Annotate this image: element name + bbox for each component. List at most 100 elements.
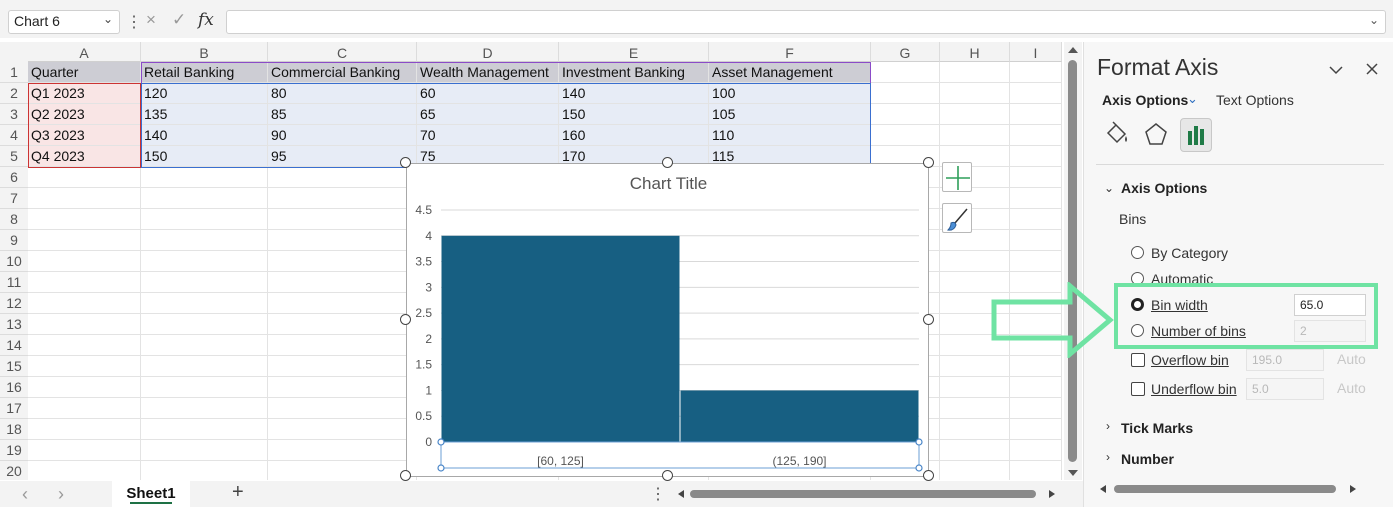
cell-h2[interactable]: [940, 83, 1010, 104]
section-tick-marks[interactable]: Tick Marks: [1121, 420, 1193, 436]
axis-selection-handle[interactable]: [915, 438, 923, 446]
horizontal-scrollbar[interactable]: [676, 487, 1064, 501]
tab-axis-options[interactable]: Axis Options: [1102, 92, 1188, 108]
expand-caret-icon[interactable]: ›: [1106, 419, 1110, 433]
row-header-7[interactable]: 7: [0, 188, 28, 209]
resize-handle[interactable]: [662, 470, 673, 481]
cell-a13[interactable]: [28, 314, 141, 335]
cell-a19[interactable]: [28, 440, 141, 461]
cell-a16[interactable]: [28, 377, 141, 398]
row-header-11[interactable]: 11: [0, 272, 28, 293]
row-header-14[interactable]: 14: [0, 335, 28, 356]
cell-i18[interactable]: [1010, 419, 1062, 440]
cell-a11[interactable]: [28, 272, 141, 293]
cell-b13[interactable]: [141, 314, 268, 335]
chevron-down-icon[interactable]: ⌄: [103, 12, 113, 26]
cell-c15[interactable]: [268, 356, 417, 377]
cell-a18[interactable]: [28, 419, 141, 440]
cell-b15[interactable]: [141, 356, 268, 377]
axis-selection-box[interactable]: [440, 441, 920, 469]
cell-g4[interactable]: [871, 125, 940, 146]
row-header-2[interactable]: 2: [0, 83, 28, 104]
underflow-auto-label[interactable]: Auto: [1337, 380, 1366, 396]
row-header-12[interactable]: 12: [0, 293, 28, 314]
overflow-bin-checkbox[interactable]: [1131, 353, 1145, 367]
row-header-19[interactable]: 19: [0, 440, 28, 461]
next-sheet-icon[interactable]: ›: [58, 484, 64, 505]
resize-handle[interactable]: [662, 157, 673, 168]
axis-selection-handle[interactable]: [437, 438, 445, 446]
row-header-3[interactable]: 3: [0, 104, 28, 125]
resize-handle[interactable]: [923, 314, 934, 325]
cell-a15[interactable]: [28, 356, 141, 377]
cell-i5[interactable]: [1010, 146, 1062, 167]
cell-i16[interactable]: [1010, 377, 1062, 398]
cell-b14[interactable]: [141, 335, 268, 356]
cell-h15[interactable]: [940, 356, 1010, 377]
axis-selection-handle[interactable]: [437, 464, 445, 472]
name-box[interactable]: Chart 6 ⌄: [8, 10, 120, 34]
cell-a1[interactable]: Quarter: [28, 62, 141, 83]
axis-options-button[interactable]: [1180, 118, 1212, 152]
underflow-bin-input[interactable]: 5.0: [1246, 378, 1324, 400]
cell-b6[interactable]: [141, 167, 268, 188]
column-header-e[interactable]: E: [559, 42, 709, 62]
add-sheet-button[interactable]: +: [232, 481, 244, 504]
chart-elements-button[interactable]: [942, 162, 972, 192]
cell-b11[interactable]: [141, 272, 268, 293]
cell-b10[interactable]: [141, 251, 268, 272]
overflow-auto-label[interactable]: Auto: [1337, 351, 1366, 367]
cell-h10[interactable]: [940, 251, 1010, 272]
tab-splitter-icon[interactable]: ⋮: [650, 484, 666, 504]
cell-h16[interactable]: [940, 377, 1010, 398]
cell-i19[interactable]: [1010, 440, 1062, 461]
section-number[interactable]: Number: [1121, 451, 1174, 467]
axis-selection-handle[interactable]: [915, 464, 923, 472]
cell-c8[interactable]: [268, 209, 417, 230]
cell-i3[interactable]: [1010, 104, 1062, 125]
by-category-label[interactable]: By Category: [1151, 245, 1228, 261]
enter-icon[interactable]: ✓: [172, 10, 186, 30]
row-header-20[interactable]: 20: [0, 461, 28, 480]
pane-options-chevron-icon[interactable]: [1328, 64, 1344, 76]
prev-sheet-icon[interactable]: ‹: [22, 484, 28, 505]
cell-c16[interactable]: [268, 377, 417, 398]
pane-horizontal-scrollbar[interactable]: [1098, 482, 1368, 496]
cell-a14[interactable]: [28, 335, 141, 356]
column-header-b[interactable]: B: [141, 42, 268, 62]
cell-a7[interactable]: [28, 188, 141, 209]
cell-b7[interactable]: [141, 188, 268, 209]
pane-scroll-thumb[interactable]: [1114, 485, 1336, 493]
resize-handle[interactable]: [400, 314, 411, 325]
cell-b12[interactable]: [141, 293, 268, 314]
cell-a20[interactable]: [28, 461, 141, 480]
cell-c14[interactable]: [268, 335, 417, 356]
cell-i4[interactable]: [1010, 125, 1062, 146]
cell-i6[interactable]: [1010, 167, 1062, 188]
cancel-icon[interactable]: ×: [146, 10, 156, 30]
histogram-bar[interactable]: [441, 235, 680, 442]
close-icon[interactable]: [1365, 62, 1379, 76]
column-header-f[interactable]: F: [709, 42, 871, 62]
row-header-10[interactable]: 10: [0, 251, 28, 272]
cell-g3[interactable]: [871, 104, 940, 125]
tab-text-options[interactable]: Text Options: [1216, 92, 1294, 108]
cell-c10[interactable]: [268, 251, 417, 272]
chevron-down-icon[interactable]: ⌄: [1187, 91, 1198, 107]
row-header-1[interactable]: 1: [0, 62, 28, 83]
cell-c7[interactable]: [268, 188, 417, 209]
column-header-g[interactable]: G: [871, 42, 940, 62]
cell-a8[interactable]: [28, 209, 141, 230]
section-axis-options[interactable]: Axis Options: [1121, 180, 1207, 196]
column-header-i[interactable]: I: [1010, 42, 1062, 62]
cell-c11[interactable]: [268, 272, 417, 293]
vertical-scrollbar[interactable]: [1064, 42, 1082, 480]
column-header-c[interactable]: C: [268, 42, 417, 62]
cell-i20[interactable]: [1010, 461, 1062, 480]
cell-h1[interactable]: [940, 62, 1010, 83]
scroll-left-icon[interactable]: [678, 490, 684, 498]
cell-b9[interactable]: [141, 230, 268, 251]
cell-a6[interactable]: [28, 167, 141, 188]
scroll-right-icon[interactable]: [1350, 485, 1356, 493]
vertical-scroll-thumb[interactable]: [1068, 60, 1077, 462]
